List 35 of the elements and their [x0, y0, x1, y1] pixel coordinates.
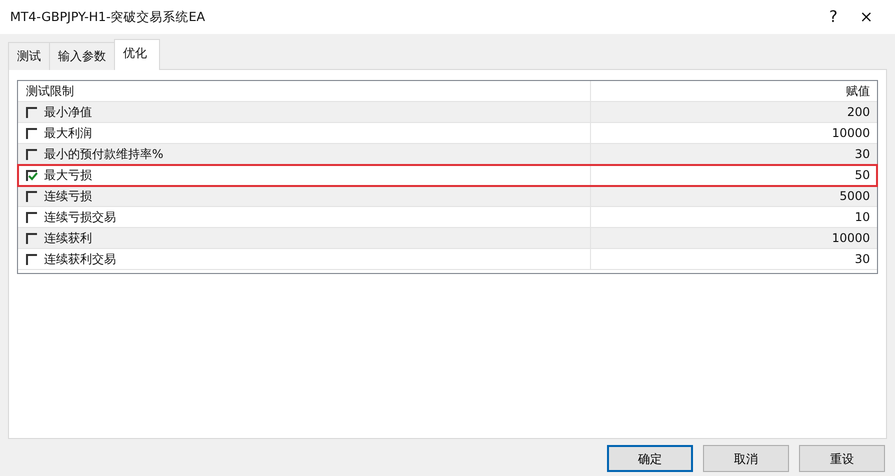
value-cell[interactable]: 200 — [590, 102, 877, 122]
column-header[interactable]: 赋值 — [590, 81, 877, 101]
parameter-label: 连续亏损 — [44, 188, 92, 205]
value-cell[interactable]: 5000 — [590, 186, 877, 206]
parameter-label: 最小的预付款维持率% — [44, 146, 164, 163]
checkbox[interactable] — [26, 212, 37, 222]
parameter-label: 连续获利 — [44, 230, 92, 247]
checkbox[interactable] — [26, 148, 37, 160]
value-cell[interactable]: 10000 — [590, 228, 877, 248]
tab[interactable]: 测试 — [8, 42, 50, 70]
value-cell[interactable]: 30 — [590, 144, 877, 164]
dialog-button[interactable]: 取消 — [703, 445, 789, 472]
parameter-label: 最小净值 — [44, 104, 92, 121]
column-header[interactable]: 测试限制 — [18, 81, 590, 101]
checkbox[interactable] — [26, 232, 37, 244]
value-cell[interactable]: 30 — [590, 249, 877, 269]
checkbox[interactable] — [26, 254, 37, 264]
value-cell[interactable]: 50 — [590, 165, 877, 185]
dialog-button[interactable]: 重设 — [799, 445, 885, 472]
parameter-label: 最大利润 — [44, 125, 92, 142]
parameter-label: 连续获利交易 — [44, 251, 116, 268]
checkbox[interactable] — [26, 106, 37, 118]
window-title: MT4-GBPJPY-H1-突破交易系统EA — [10, 8, 206, 26]
tab[interactable]: 优化 — [114, 39, 160, 70]
checkbox[interactable] — [26, 170, 37, 180]
close-button[interactable]: × — [852, 5, 881, 29]
tab[interactable]: 输入参数 — [49, 42, 115, 70]
value-cell[interactable]: 10 — [590, 207, 877, 227]
help-button[interactable]: ? — [821, 5, 846, 29]
dialog-button[interactable]: 确定 — [607, 445, 693, 472]
value-cell[interactable]: 10000 — [590, 123, 877, 143]
parameter-label: 连续亏损交易 — [44, 209, 116, 226]
parameter-label: 最大亏损 — [44, 167, 92, 184]
checkbox[interactable] — [26, 190, 37, 202]
checkbox[interactable] — [26, 128, 37, 138]
